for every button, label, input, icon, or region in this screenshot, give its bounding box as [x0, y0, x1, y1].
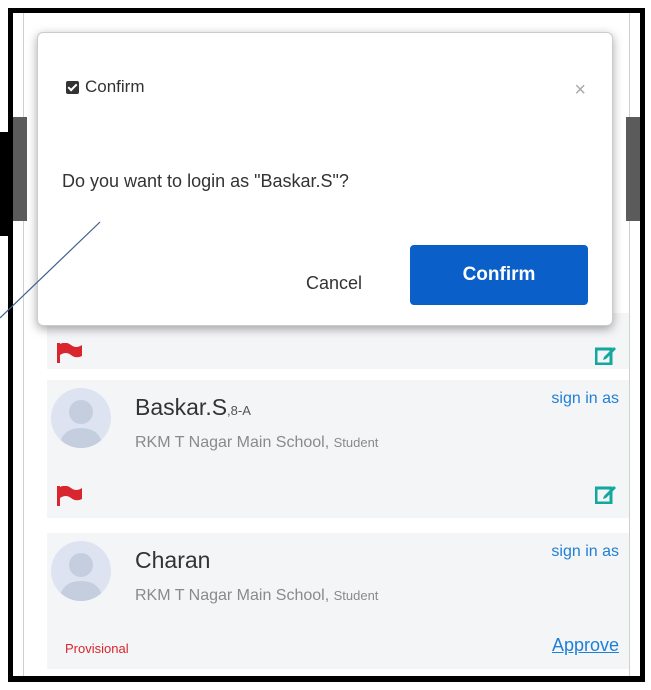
school-name: RKM T Nagar Main School, [135, 587, 334, 604]
sign-in-as-link[interactable]: sign in as [551, 543, 619, 561]
provisional-status: Provisional [65, 641, 129, 656]
dialog-title: Confirm [66, 77, 145, 97]
cancel-button[interactable]: Cancel [288, 253, 380, 313]
dialog-message: Do you want to login as "Baskar.S"? [62, 171, 349, 191]
background-strip-left [13, 117, 27, 221]
user-name-text: Baskar.S [135, 394, 228, 420]
sign-in-as-link[interactable]: sign in as [551, 390, 619, 408]
frame-border-left [23, 13, 24, 676]
user-school: RKM T Nagar Main School, Student [135, 587, 378, 605]
avatar-icon [51, 388, 111, 448]
user-role: Student [333, 435, 379, 450]
checkbox-icon [66, 80, 79, 94]
user-school: RKM T Nagar Main School, Student [135, 434, 378, 452]
user-section: ,8-A [227, 403, 251, 418]
confirm-dialog: Confirm × Do you want to login as "Baska… [37, 32, 613, 326]
confirm-button[interactable]: Confirm [410, 245, 588, 305]
user-card: Baskar.S,8-A RKM T Nagar Main School, St… [47, 380, 629, 518]
user-name: Charan [135, 547, 211, 573]
flag-icon[interactable] [57, 343, 83, 363]
user-role: Student [333, 588, 379, 603]
school-name: RKM T Nagar Main School, [135, 434, 334, 451]
dialog-title-text: Confirm [85, 77, 145, 96]
edit-icon[interactable] [595, 484, 617, 504]
user-card: Charan RKM T Nagar Main School, Student … [47, 533, 629, 669]
user-name: Baskar.S,8-A [135, 394, 251, 421]
edit-icon[interactable] [595, 345, 617, 365]
approve-link[interactable]: Approve [552, 635, 619, 656]
flag-icon[interactable] [57, 486, 83, 506]
frame-border-right [629, 13, 630, 676]
avatar-icon [51, 541, 111, 601]
close-icon[interactable]: × [574, 79, 586, 102]
background-strip-right [626, 117, 640, 221]
